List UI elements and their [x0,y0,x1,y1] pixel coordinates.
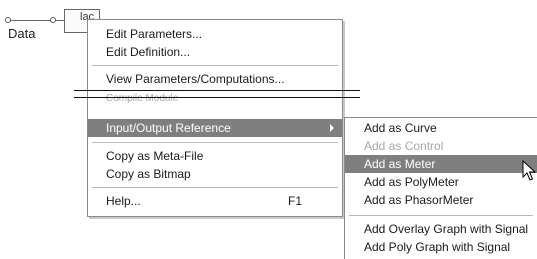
submenu-item-label: Add Poly Graph with Signal [364,240,511,254]
arrow-pointer-icon [522,160,536,181]
menu-item-label: Input/Output Reference [106,121,231,135]
submenu-item-add-curve[interactable]: Add as Curve [345,119,537,137]
submenu-item-add-phasormeter[interactable]: Add as PhasorMeter [345,191,537,209]
strike-line-top [74,90,360,91]
menu-separator [92,65,338,66]
menu-separator [92,187,338,188]
context-menu: Edit Parameters... Edit Definition... Vi… [74,19,360,217]
submenu-item-add-poly-graph[interactable]: Add Poly Graph with Signal [345,238,537,256]
menu-item-label: Edit Definition... [106,45,191,59]
submenu-item-add-control: Add as Control [345,137,537,155]
submenu-item-label: Add as PhasorMeter [364,193,474,207]
menu-item-edit-definition[interactable]: Edit Definition... [88,43,342,61]
menu-item-label: Compile Module [106,93,179,104]
menu-item-label: Copy as Bitmap [106,167,191,181]
input-port-icon [5,17,11,23]
submenu-item-add-overlay-graph[interactable]: Add Overlay Graph with Signal [345,220,537,238]
menu-item-copy-metafile[interactable]: Copy as Meta-File [88,147,342,165]
submenu-item-label: Add as PolyMeter [364,175,459,189]
menu-item-label: Edit Parameters... [106,27,203,41]
connection-node-icon [50,17,56,23]
menu-separator [349,215,533,216]
menu-item-io-reference[interactable]: Input/Output Reference [88,119,342,137]
menu-item-help[interactable]: Help... F1 [88,192,342,210]
menu-item-label: Help... [106,194,141,208]
signal-wire [8,20,66,21]
chevron-right-icon [330,124,334,132]
menu-item-label: Copy as Meta-File [106,149,204,163]
submenu-item-label: Add as Curve [364,121,437,135]
menu-item-edit-parameters[interactable]: Edit Parameters... [88,25,342,43]
menu-item-copy-bitmap[interactable]: Copy as Bitmap [88,165,342,183]
submenu-item-label: Add as Control [364,139,444,153]
submenu-item-add-meter[interactable]: Add as Meter [345,155,537,173]
io-reference-submenu: Add as Curve Add as Control Add as Meter… [344,117,537,259]
submenu-item-add-polymeter[interactable]: Add as PolyMeter [345,173,537,191]
menu-item-shortcut: F1 [287,194,302,208]
menu-item-view-parameters[interactable]: View Parameters/Computations... [88,70,342,88]
strike-line-bottom [74,97,360,98]
menu-separator [92,142,338,143]
submenu-item-label: Add as Meter [364,157,436,171]
menu-item-label: View Parameters/Computations... [106,72,285,86]
submenu-item-label: Add Overlay Graph with Signal [364,222,529,236]
data-label: Data [8,26,36,41]
